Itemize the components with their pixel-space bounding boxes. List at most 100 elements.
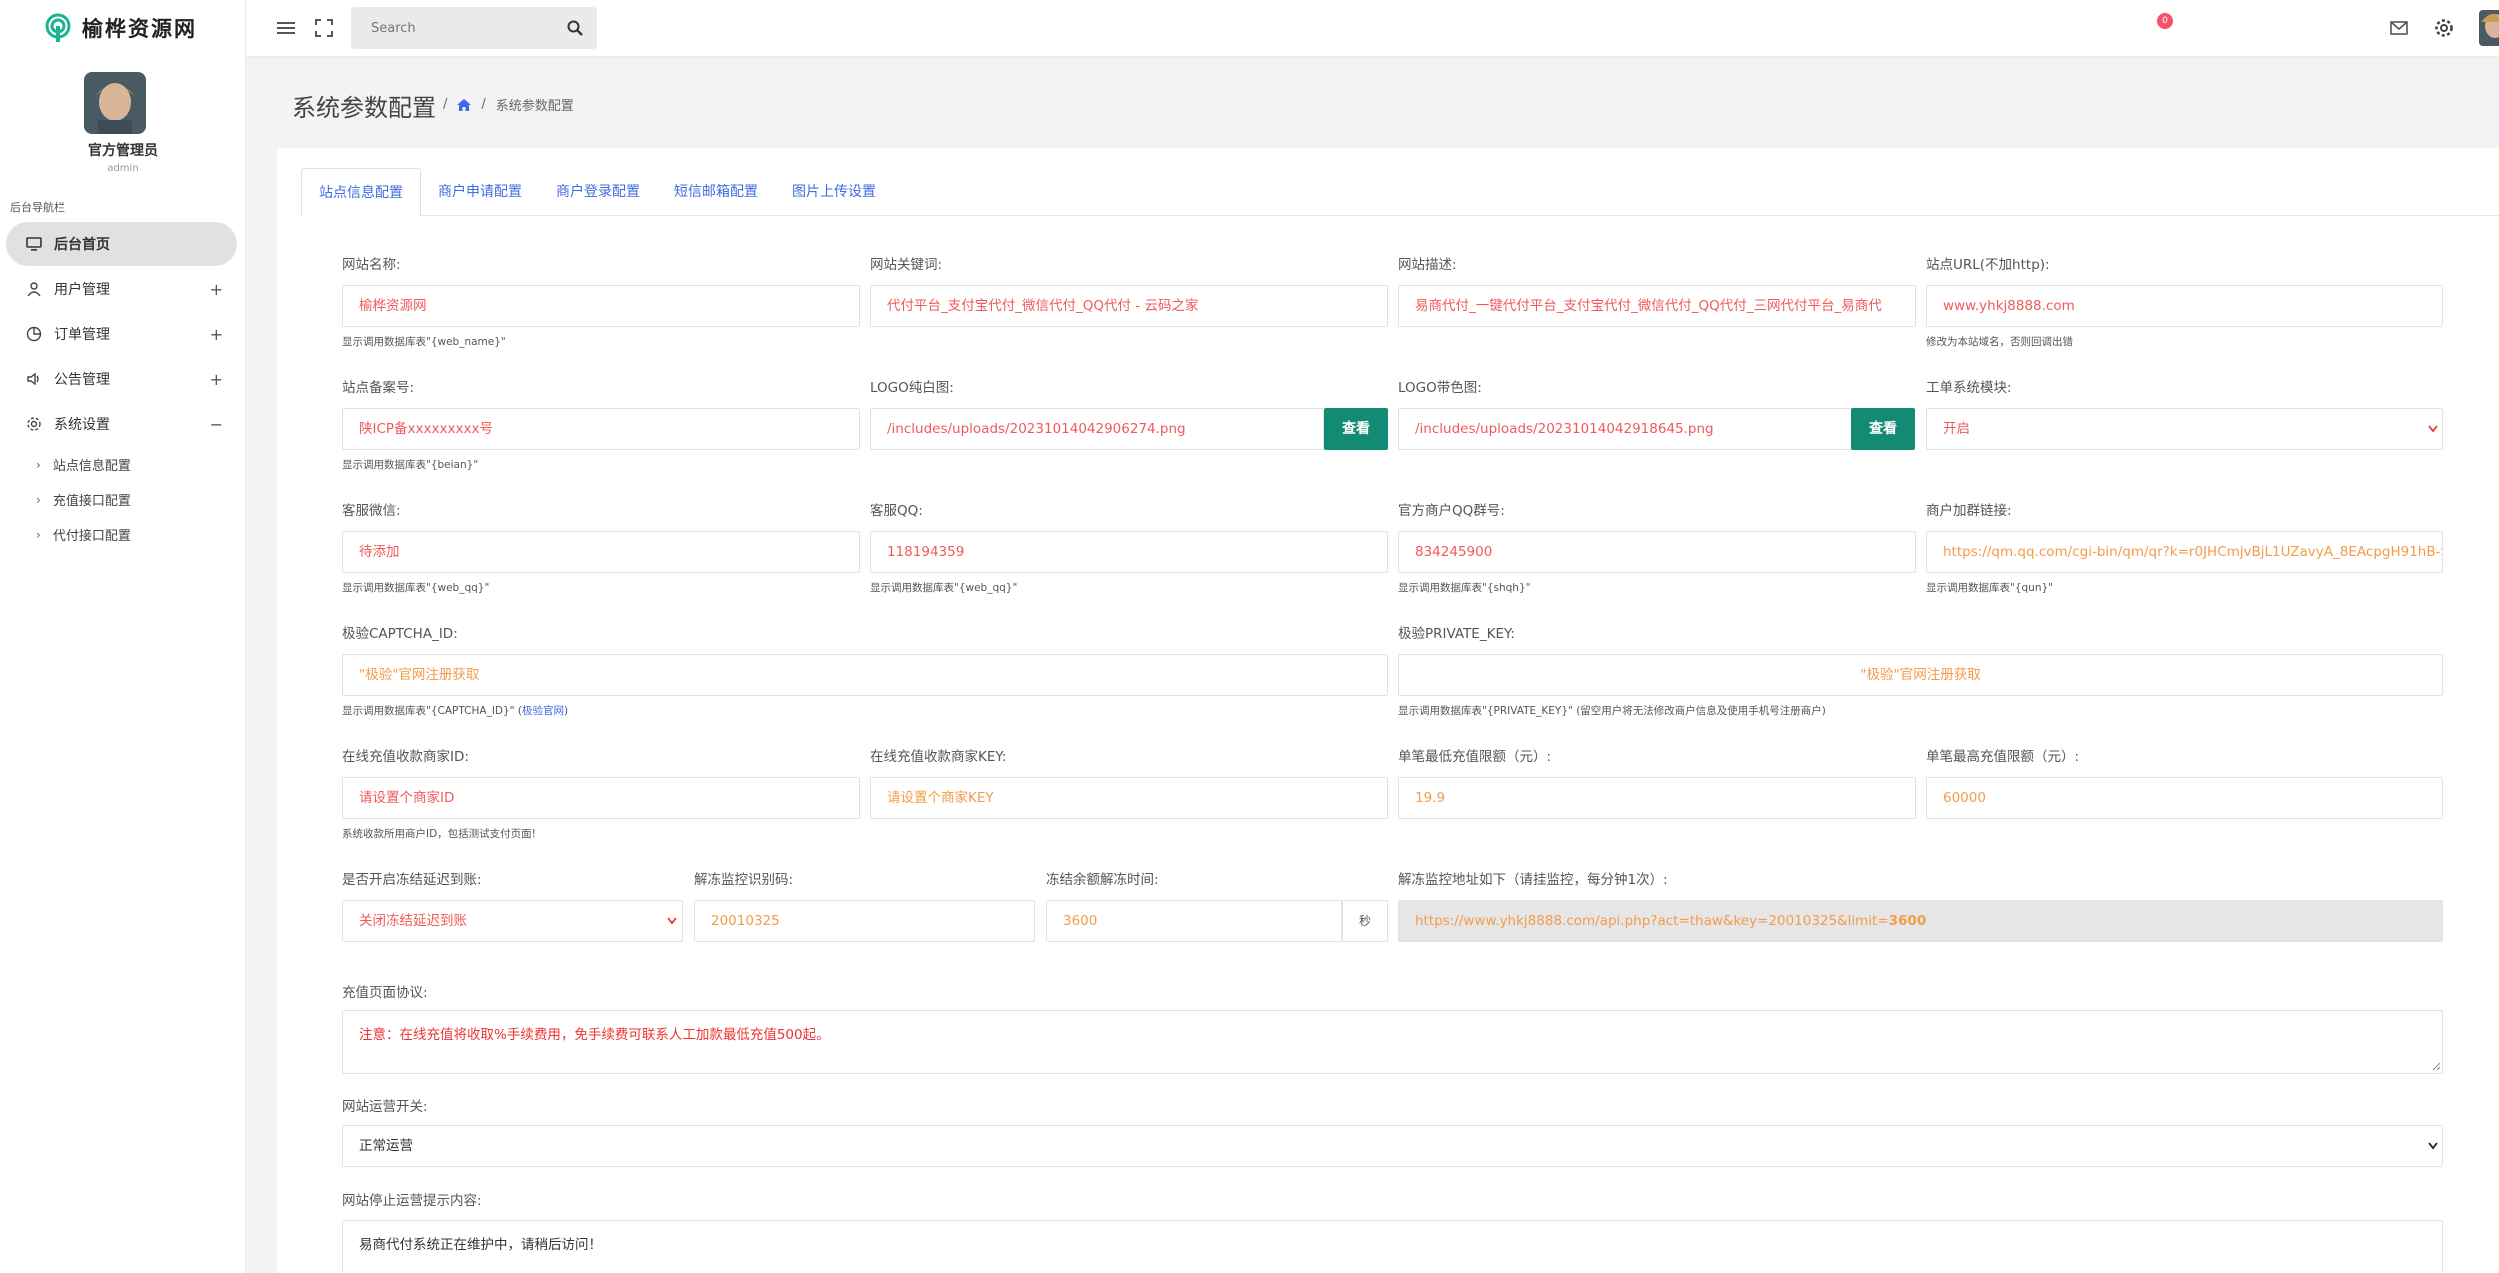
ticket-module-value: 开启 [1943,421,1970,437]
private-key-input[interactable]: "极验"官网注册获取 [1398,654,2443,696]
sidebar: 榆桦资源网 官方管理员 admin 后台导航栏 后台首页 用户管理 + 订单管理… [0,0,246,1273]
max-recharge-input[interactable]: 60000 [1926,777,2443,819]
logo-color-input[interactable]: /includes/uploads/20231014042918645.png [1398,408,1852,450]
freeze-delay-label: 是否开启冻结延迟到账: [342,872,482,888]
expand-icon[interactable]: + [210,280,223,299]
monitor-url-label: 解冻监控地址如下（请挂监控，每分钟1次）: [1398,872,1668,888]
keywords-input[interactable]: 代付平台_支付宝代付_微信代付_QQ代付 - 云码之家 [870,285,1388,327]
max-recharge-label: 单笔最高充值限额（元）: [1926,749,2080,765]
chevron-down-icon [667,917,677,925]
avatar[interactable] [84,72,146,134]
chevron-right-icon: › [36,492,41,507]
freeze-delay-select[interactable]: 关闭冻结延迟到账 [342,900,683,942]
keywords-label: 网站关键词: [870,257,943,273]
sidebar-subitem-site-info[interactable]: › 站点信息配置 [6,447,237,482]
sidebar-item-orders[interactable]: 订单管理 + [6,312,237,356]
group-link-input[interactable]: https://qm.qq.com/cgi-bin/qm/qr?k=r0JHCm… [1926,531,2443,573]
icp-input[interactable]: 陕ICP备xxxxxxxxx号 [342,408,860,450]
sidebar-item-dashboard[interactable]: 后台首页 [6,222,237,266]
sidebar-nav: 后台首页 用户管理 + 订单管理 + 公告管理 + 系统设置 − › 站点信息配… [6,222,237,552]
freeze-delay-value: 关闭冻结延迟到账 [359,913,467,929]
captcha-id-input[interactable]: "极验"官网注册获取 [342,654,1388,696]
tab-site-info[interactable]: 站点信息配置 [301,168,421,217]
captcha-official-link[interactable]: 极验官网 [522,705,564,717]
sidebar-subitem-payout[interactable]: › 代付接口配置 [6,517,237,552]
sidebar-item-settings[interactable]: 系统设置 − [6,402,237,446]
mail-count-badge: 0 [2157,13,2173,29]
menu-toggle-icon[interactable] [274,14,298,42]
expand-icon[interactable]: + [210,325,223,344]
site-url-input[interactable]: www.yhkj8888.com [1926,285,2443,327]
operation-select[interactable]: 正常运营 [342,1125,2443,1167]
tab-sms-email[interactable]: 短信邮箱配置 [657,168,775,216]
tab-image-upload[interactable]: 图片上传设置 [775,168,893,216]
sidebar-subitem-label: 充值接口配置 [52,494,131,509]
search-box [351,7,597,49]
logo-color-view-button[interactable]: 查看 [1851,408,1915,450]
chevron-right-icon: › [36,527,41,542]
agreement-textarea[interactable]: 注意：在线充值将收取%手续费用，免手续费可联系人工加款最低充值500起。 [342,1010,2443,1074]
sidebar-item-announcements[interactable]: 公告管理 + [6,357,237,401]
logo-white-view-button[interactable]: 查看 [1324,408,1388,450]
unfreeze-time-input[interactable]: 3600 [1046,900,1342,942]
min-recharge-label: 单笔最低充值限额（元）: [1398,749,1552,765]
group-link-label: 商户加群链接: [1926,503,2012,519]
site-name-input[interactable]: 榆桦资源网 [342,285,860,327]
breadcrumb-separator: / [443,97,448,112]
stop-notice-label: 网站停止运营提示内容: [342,1193,482,1209]
top-avatar[interactable] [2479,10,2499,46]
captcha-id-hint-end: ) [563,705,569,717]
fullscreen-icon[interactable] [312,14,336,42]
settings-tabs: 站点信息配置 商户申请配置 商户登录配置 短信邮箱配置 图片上传设置 [301,168,2499,217]
site-name-label: 网站名称: [342,257,401,273]
sidebar-item-users[interactable]: 用户管理 + [6,267,237,311]
tab-merchant-apply[interactable]: 商户申请配置 [421,168,539,216]
private-key-hint: 显示调用数据库表"{PRIVATE_KEY}" (留空用户将无法修改商户信息及使… [1398,705,1826,717]
qq-hint: 显示调用数据库表"{web_qq}" [870,582,1018,594]
site-name-hint: 显示调用数据库表"{web_name}" [342,336,506,348]
page-title: 系统参数配置 [292,94,436,122]
merchant-key-input[interactable]: 请设置个商家KEY [870,777,1388,819]
chevron-right-icon: › [36,457,41,472]
qq-group-input[interactable]: 834245900 [1398,531,1916,573]
search-input[interactable] [351,7,551,49]
merchant-id-input[interactable]: 请设置个商家ID [342,777,860,819]
breadcrumb-current: 系统参数配置 [495,99,574,114]
sidebar-subitem-label: 代付接口配置 [52,529,131,544]
monitor-url-limit: 3600 [1888,913,1927,929]
tab-merchant-login[interactable]: 商户登录配置 [539,168,657,216]
wechat-input[interactable]: 待添加 [342,531,860,573]
description-input[interactable]: 易商代付_一键代付平台_支付宝代付_微信代付_QQ代付_三网代付平台_易商代 [1398,285,1916,327]
user-name: 官方管理员 [88,143,158,159]
wechat-hint: 显示调用数据库表"{web_qq}" [342,582,490,594]
monitor-url-input[interactable]: https://www.yhkj8888.com/api.php?act=tha… [1398,900,2443,942]
description-label: 网站描述: [1398,257,1457,273]
stop-notice-textarea[interactable]: 易商代付系统正在维护中，请稍后访问！ [342,1220,2443,1273]
sidebar-item-label: 系统设置 [54,417,110,433]
site-url-hint: 修改为本站域名，否则回调出错 [1926,336,2073,348]
brand[interactable]: 榆桦资源网 [42,12,197,44]
qq-input[interactable]: 118194359 [870,531,1388,573]
sidebar-item-label: 公告管理 [54,372,110,388]
search-icon[interactable] [567,20,583,36]
sidebar-item-label: 订单管理 [54,327,110,343]
home-icon[interactable] [457,98,472,111]
agreement-label: 充值页面协议: [342,985,428,1001]
resize-handle-icon[interactable] [2431,1061,2441,1071]
collapse-icon[interactable]: − [210,415,223,434]
mail-icon[interactable] [2387,14,2411,42]
settings-gear-icon[interactable] [2432,14,2456,42]
breadcrumb: / / 系统参数配置 [443,95,574,114]
expand-icon[interactable]: + [210,370,223,389]
logo-white-input[interactable]: /includes/uploads/20231014042906274.png [870,408,1324,450]
user-icon [27,282,41,297]
unfreeze-code-label: 解冻监控识别码: [694,872,794,888]
sidebar-subitem-recharge[interactable]: › 充值接口配置 [6,482,237,517]
unfreeze-code-input[interactable]: 20010325 [694,900,1035,942]
pie-chart-icon [26,326,42,342]
site-url-label: 站点URL(不加http): [1926,257,2050,273]
gear-icon [27,417,41,431]
ticket-module-select[interactable]: 开启 [1926,408,2443,450]
min-recharge-input[interactable]: 19.9 [1398,777,1916,819]
captcha-id-label: 极验CAPTCHA_ID: [342,626,458,642]
